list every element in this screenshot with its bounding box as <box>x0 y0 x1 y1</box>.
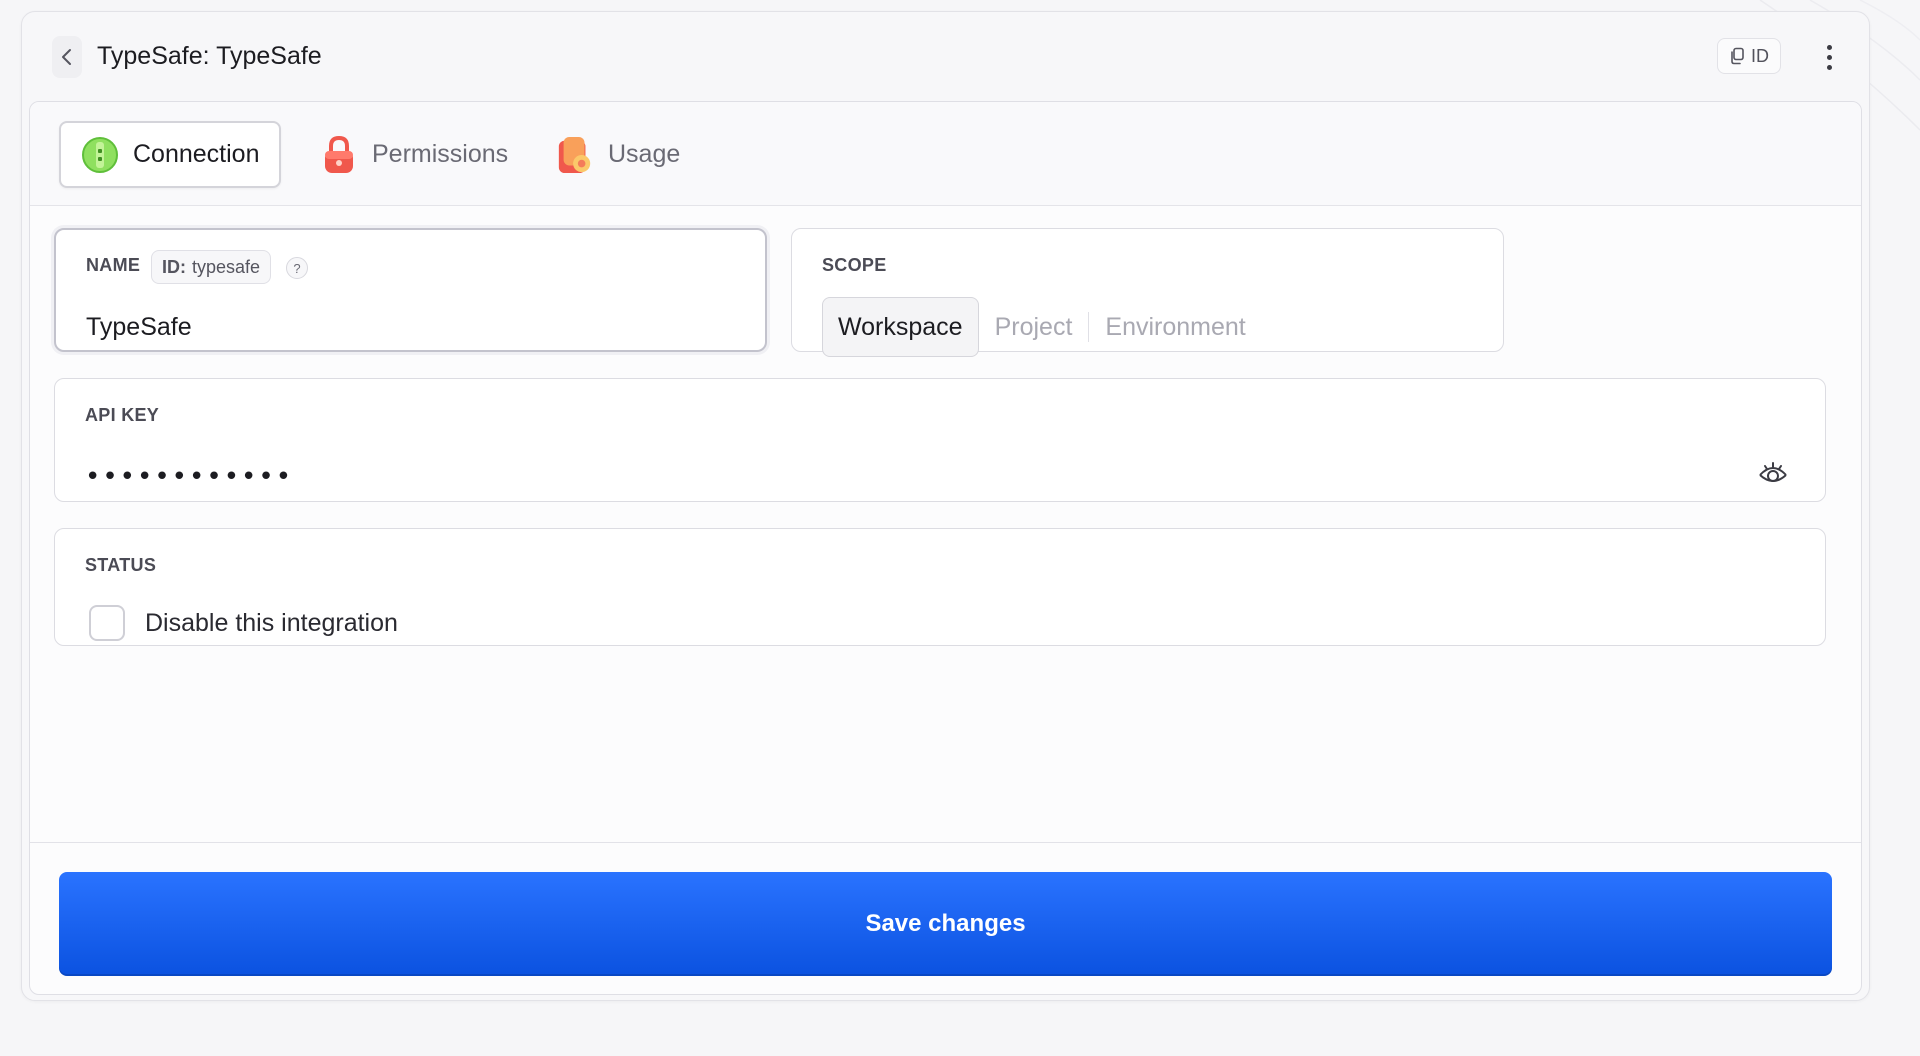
save-changes-button[interactable]: Save changes <box>59 872 1832 976</box>
tab-usage-label: Usage <box>608 140 681 168</box>
name-label: NAME <box>86 255 141 275</box>
integration-dialog: TypeSafe: TypeSafe ID Connection Permiss… <box>21 11 1870 1001</box>
scope-field: SCOPE Workspace Project Environment <box>791 228 1504 357</box>
connection-card: Connection Permissions Usage NAME ID: ty… <box>29 101 1862 995</box>
kebab-menu-icon <box>1826 44 1832 50</box>
connection-icon <box>81 135 119 175</box>
tab-usage[interactable]: Usage <box>536 121 700 188</box>
scope-option-environment[interactable]: Environment <box>1089 297 1261 357</box>
lock-icon <box>320 135 358 175</box>
back-button[interactable] <box>52 36 82 78</box>
dialog-title: TypeSafe: TypeSafe <box>97 42 322 70</box>
copy-id-label: ID <box>1751 45 1769 66</box>
copy-icon <box>1731 47 1744 65</box>
scope-option-workspace[interactable]: Workspace <box>822 297 979 357</box>
copy-id-button[interactable]: ID <box>1717 38 1781 74</box>
toggle-visibility-button[interactable] <box>1755 457 1791 493</box>
api-key-input[interactable] <box>85 457 1725 497</box>
id-chip-key: ID: <box>162 256 186 277</box>
status-label: STATUS <box>85 555 157 575</box>
api-key-field: API KEY <box>54 378 1826 502</box>
disable-integration-label[interactable]: Disable this integration <box>145 609 398 638</box>
id-chip-value: typesafe <box>192 256 261 277</box>
disable-integration-checkbox[interactable] <box>89 605 125 641</box>
chevron-left-icon <box>62 49 71 65</box>
tab-permissions-label: Permissions <box>372 140 509 168</box>
scope-option-project[interactable]: Project <box>979 297 1089 357</box>
dialog-header: TypeSafe: TypeSafe ID <box>22 12 1869 100</box>
tab-connection[interactable]: Connection <box>59 121 282 188</box>
tab-permissions[interactable]: Permissions <box>300 121 528 188</box>
footer-divider <box>30 842 1861 843</box>
tab-connection-label: Connection <box>133 140 260 168</box>
name-input[interactable] <box>86 310 866 344</box>
scope-label: SCOPE <box>822 255 887 275</box>
id-chip: ID: typesafe <box>151 250 272 284</box>
api-key-label: API KEY <box>85 405 160 425</box>
tab-bar: Connection Permissions Usage <box>30 102 1861 206</box>
name-field: NAME ID: typesafe ? <box>54 228 866 352</box>
usage-icon <box>556 135 594 175</box>
status-field: STATUS Disable this integration <box>54 528 1826 646</box>
help-icon[interactable]: ? <box>286 257 308 279</box>
scope-segmented-control: Workspace Project Environment <box>822 297 1262 357</box>
eye-icon <box>1759 462 1787 482</box>
more-options-button[interactable] <box>1817 40 1841 74</box>
